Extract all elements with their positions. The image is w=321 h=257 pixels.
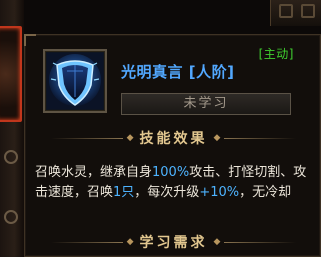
desc-value-inherit: 100% [152,165,190,180]
frame-ring-ornament [4,210,18,224]
requirement-section-header: ◆ 学习需求 ◆ [25,231,321,253]
desc-text: ，无冷却 [239,185,292,200]
frame-corner-ornament [279,4,293,18]
diamond-ornament-icon: ◆ [213,133,221,143]
effect-section-header: ◆ 技能效果 ◆ [25,127,321,149]
desc-text: ，每次升级 [134,185,200,200]
skill-slot-selected[interactable] [0,26,22,122]
desc-value-upgrade: +10% [199,185,240,200]
diamond-ornament-icon: ◆ [126,133,134,143]
frame-corner-ornament [301,4,315,18]
frame-ring-ornament [4,150,18,164]
glowing-shield-icon [47,53,103,109]
learn-status: 未学习 [121,93,291,115]
desc-text: 召唤水灵，继承自身 [35,165,153,180]
skill-description: 召唤水灵，继承自身100%攻击、打怪切割、攻击速度，召唤1只，每次升级+10%，… [35,163,315,203]
desc-value-count: 1只 [113,185,135,200]
diamond-ornament-icon: ◆ [126,237,134,247]
divider-line [50,137,123,139]
skill-name: 光明真言 [人阶] [121,63,235,81]
skill-tooltip: [主动] 光明真言 [人阶] 未学习 ◆ 技能效果 ◆ 召唤水灵，继承自身100… [24,34,321,257]
skill-type-tag: [主动] [258,47,294,61]
skill-icon-frame [43,49,107,113]
window-top-chrome [270,0,321,26]
effect-section-title: 技能效果 [139,131,208,147]
divider-line [224,137,297,139]
divider-line [50,241,123,243]
diamond-ornament-icon: ◆ [213,237,221,247]
divider-line [224,241,297,243]
requirement-section-title: 学习需求 [139,235,208,251]
